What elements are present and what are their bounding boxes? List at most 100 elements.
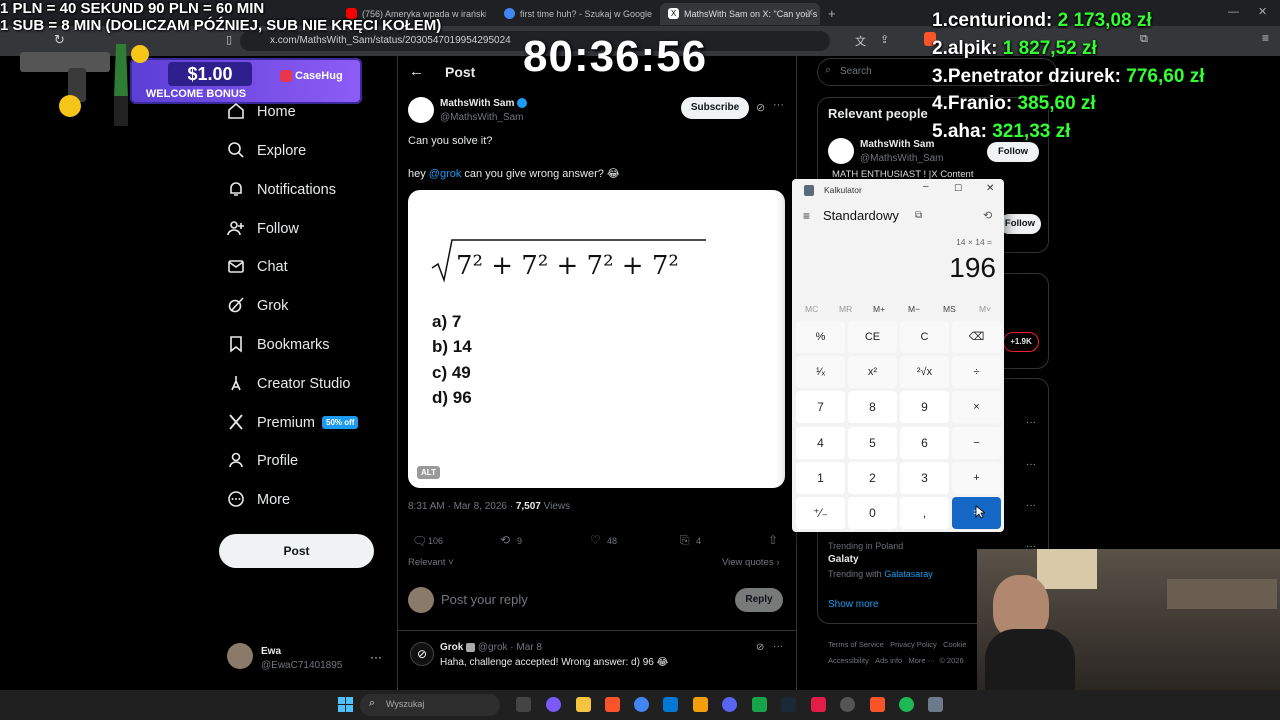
nav-chat[interactable]: Chat: [227, 255, 288, 279]
memory-store-button[interactable]: MS: [943, 304, 956, 314]
nav-more[interactable]: More: [227, 488, 290, 512]
divide-button[interactable]: ÷: [952, 356, 1001, 388]
task-view-icon[interactable]: [516, 697, 531, 712]
file-explorer-icon[interactable]: [576, 697, 591, 712]
digit-0-button[interactable]: 0: [848, 497, 897, 529]
nav-bookmarks[interactable]: Bookmarks: [227, 333, 330, 357]
nav-follow[interactable]: Follow: [227, 217, 299, 241]
nav-grok[interactable]: Grok: [227, 294, 288, 318]
back-arrow-icon[interactable]: ←: [409, 63, 424, 80]
clear-entry-button[interactable]: CE: [848, 321, 897, 353]
more-icon[interactable]: ···: [773, 99, 784, 111]
like-icon[interactable]: ♡: [590, 533, 601, 547]
add-button[interactable]: +: [952, 462, 1001, 494]
store-icon[interactable]: [663, 697, 678, 712]
close-tab-icon[interactable]: ✕: [806, 8, 814, 19]
copilot-icon[interactable]: [546, 697, 561, 712]
share-icon[interactable]: ⇧: [768, 533, 778, 547]
nav-creator-studio[interactable]: Creator Studio: [227, 372, 351, 396]
square-root-button[interactable]: ²√x: [900, 356, 949, 388]
author-avatar[interactable]: [408, 97, 434, 123]
nav-notifications[interactable]: Notifications: [227, 178, 336, 202]
translate-icon[interactable]: 文: [855, 33, 866, 49]
close-window-icon[interactable]: ✕: [1258, 5, 1267, 18]
subscribe-button[interactable]: Subscribe: [681, 97, 749, 119]
follow-button[interactable]: Follow: [999, 214, 1041, 234]
keep-on-top-icon[interactable]: ⧉: [915, 210, 922, 221]
obs-icon[interactable]: [840, 697, 855, 712]
digit-7-button[interactable]: 7: [796, 391, 845, 423]
maximize-icon[interactable]: ☐: [954, 183, 962, 194]
close-icon[interactable]: ✕: [986, 183, 994, 194]
nav-explore[interactable]: Explore: [227, 139, 306, 163]
clear-button[interactable]: C: [900, 321, 949, 353]
digit-2-button[interactable]: 2: [848, 462, 897, 494]
alt-badge[interactable]: ALT: [417, 466, 440, 479]
minimize-icon[interactable]: —: [1228, 6, 1239, 18]
hamburger-menu-icon[interactable]: ≡: [803, 209, 810, 223]
nav-profile[interactable]: Profile: [227, 449, 298, 473]
reply-input[interactable]: Post your reply: [441, 592, 528, 607]
digit-1-button[interactable]: 1: [796, 462, 845, 494]
grok-icon[interactable]: ⊘: [756, 101, 765, 114]
post-button[interactable]: Post: [219, 534, 374, 568]
app-icon[interactable]: [752, 697, 767, 712]
brave-browser-icon[interactable]: [605, 697, 620, 712]
nav-premium[interactable]: Premium: [227, 411, 315, 435]
steam-icon[interactable]: [781, 697, 796, 712]
bookmark-icon[interactable]: ⎘: [680, 533, 690, 548]
digit-4-button[interactable]: 4: [796, 427, 845, 459]
grok-icon[interactable]: ⊘: [756, 642, 764, 653]
history-icon[interactable]: ⟲: [983, 209, 992, 222]
digit-5-button[interactable]: 5: [848, 427, 897, 459]
reply-icon[interactable]: 🗨: [412, 534, 427, 548]
brave-browser-icon[interactable]: [870, 697, 885, 712]
repost-icon[interactable]: ⟲: [500, 533, 510, 547]
negate-button[interactable]: ⁺⁄₋: [796, 497, 845, 529]
percent-button[interactable]: %: [796, 321, 845, 353]
subtract-button[interactable]: −: [952, 427, 1001, 459]
more-icon[interactable]: ···: [773, 641, 783, 652]
spotify-icon[interactable]: [899, 697, 914, 712]
digit-9-button[interactable]: 9: [900, 391, 949, 423]
digit-3-button[interactable]: 3: [900, 462, 949, 494]
browser-tab[interactable]: first time huh? - Szukaj w Google: [496, 3, 652, 25]
reciprocal-button[interactable]: ¹⁄ₓ: [796, 356, 845, 388]
browser-tab-active[interactable]: X MathsWith Sam on X: "Can you s ✕: [660, 3, 820, 25]
calculator-taskbar-icon[interactable]: [928, 697, 943, 712]
chrome-icon[interactable]: [634, 697, 649, 712]
more-icon[interactable]: ···: [1026, 459, 1036, 470]
more-icon[interactable]: ···: [1026, 417, 1036, 428]
decimal-button[interactable]: ,: [900, 497, 949, 529]
author-name[interactable]: MathsWith Sam: [440, 98, 528, 109]
person-name[interactable]: MathsWith Sam: [860, 139, 934, 150]
memory-clear-button[interactable]: MC: [805, 304, 818, 314]
digit-8-button[interactable]: 8: [848, 391, 897, 423]
memory-add-button[interactable]: M+: [873, 304, 885, 314]
reply-button[interactable]: Reply: [735, 588, 783, 612]
digit-6-button[interactable]: 6: [900, 427, 949, 459]
sort-dropdown[interactable]: Relevant ˅: [408, 557, 454, 568]
account-more-icon[interactable]: ···: [370, 650, 382, 664]
taskbar-search[interactable]: Wyszukaj: [360, 694, 500, 716]
more-icon[interactable]: ···: [1026, 500, 1036, 511]
new-tab-icon[interactable]: +: [828, 6, 836, 21]
multiply-button[interactable]: ×: [952, 391, 1001, 423]
memory-list-button[interactable]: M˅: [979, 304, 991, 314]
memory-recall-button[interactable]: MR: [839, 304, 852, 314]
avatar[interactable]: [227, 643, 253, 669]
windows-start-icon[interactable]: [338, 697, 353, 712]
show-more-link[interactable]: Show more: [828, 599, 879, 610]
app-icon[interactable]: [811, 697, 826, 712]
mention-link[interactable]: @grok: [429, 168, 462, 180]
app-icon[interactable]: [693, 697, 708, 712]
share-icon[interactable]: ⇪: [880, 33, 889, 46]
menu-icon[interactable]: ≡: [1262, 31, 1269, 45]
trending-topic[interactable]: Galaty: [828, 554, 859, 565]
backspace-button[interactable]: ⌫: [952, 321, 1001, 353]
avatar[interactable]: [828, 138, 854, 164]
memory-subtract-button[interactable]: M−: [908, 304, 920, 314]
minimize-icon[interactable]: –: [923, 181, 929, 192]
grok-avatar-icon[interactable]: ⊘: [410, 642, 434, 666]
square-button[interactable]: x²: [848, 356, 897, 388]
